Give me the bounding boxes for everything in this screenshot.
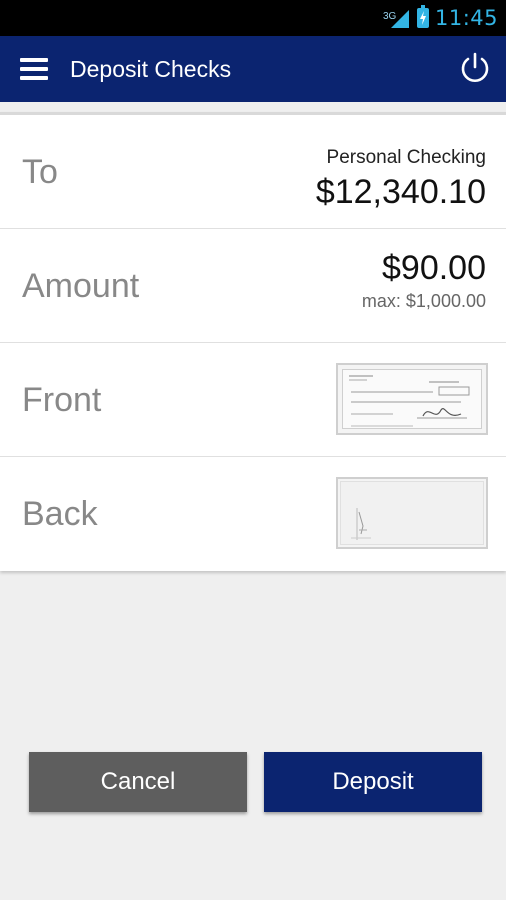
amount-max: max: $1,000.00 <box>361 291 486 311</box>
power-icon[interactable] <box>458 51 492 85</box>
check-front-thumbnail[interactable] <box>336 363 488 435</box>
amount-label: Amount <box>22 267 140 305</box>
clock: 11:45 <box>434 6 498 30</box>
status-bar: 3G 11:45 <box>0 0 506 36</box>
check-back-image <box>340 481 484 545</box>
front-image-row[interactable]: Front <box>0 343 506 457</box>
to-account-row[interactable]: To Personal Checking $12,340.10 <box>0 115 506 229</box>
account-balance: $12,340.10 <box>315 173 486 211</box>
check-front-image <box>342 369 482 429</box>
battery-charging-icon <box>416 5 429 28</box>
page-title: Deposit Checks <box>70 56 232 82</box>
account-name: Personal Checking <box>326 147 486 168</box>
back-label: Back <box>22 495 98 533</box>
deposit-form-list: To Personal Checking $12,340.10 Amount $… <box>0 112 506 571</box>
to-label: To <box>22 153 58 191</box>
deposit-button[interactable]: Deposit <box>264 752 482 812</box>
check-back-thumbnail[interactable] <box>336 477 488 549</box>
signal-icon: 3G <box>382 7 411 29</box>
network-type: 3G <box>382 11 397 22</box>
amount-row[interactable]: Amount $90.00 max: $1,000.00 <box>0 229 506 343</box>
app-bar: Deposit Checks <box>0 36 506 102</box>
menu-icon[interactable] <box>20 58 48 80</box>
back-image-row[interactable]: Back <box>0 457 506 571</box>
amount-value: $90.00 <box>382 249 486 287</box>
status-icons: 3G 11:45 <box>382 0 498 36</box>
front-label: Front <box>22 381 102 419</box>
cancel-button[interactable]: Cancel <box>29 752 247 812</box>
